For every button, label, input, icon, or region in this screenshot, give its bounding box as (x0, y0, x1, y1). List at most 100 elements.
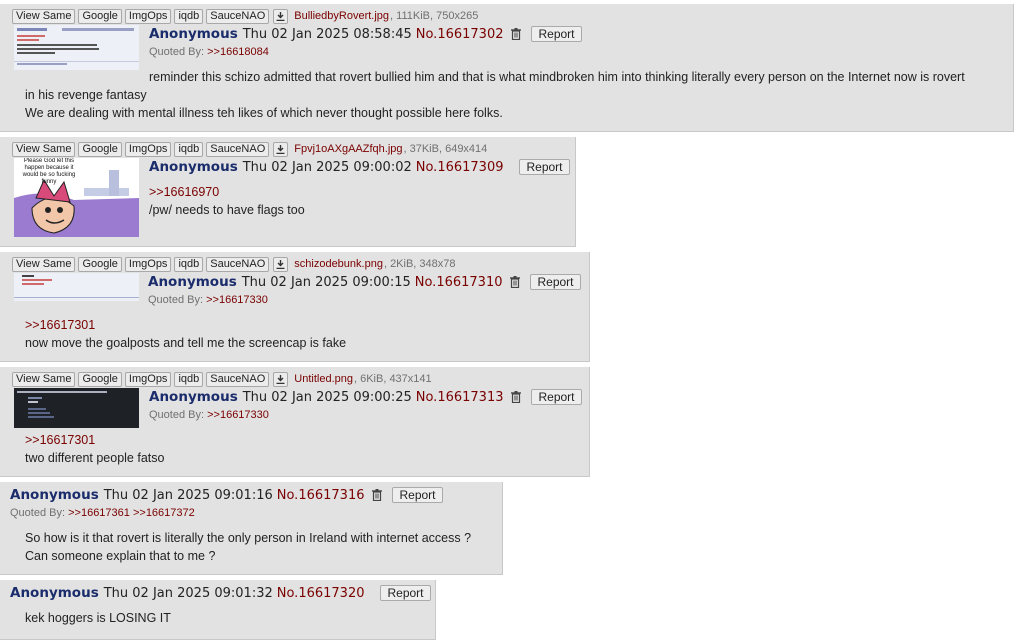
quoted-by: Quoted By: >>16618084 (149, 46, 269, 58)
post-datetime: Thu 02 Jan 2025 09:01:32 (103, 585, 273, 601)
imgops-button[interactable]: ImgOps (124, 256, 172, 272)
trash-icon[interactable] (511, 28, 522, 40)
backlink[interactable]: >>16617361 (68, 507, 130, 519)
post-datetime: Thu 02 Jan 2025 09:00:02 (242, 159, 412, 175)
post-header: Anonymous Thu 02 Jan 2025 09:01:32 No.16… (10, 585, 431, 601)
google-button[interactable]: Google (78, 371, 122, 387)
saucenao-button[interactable]: SauceNAO (206, 141, 270, 157)
post: Anonymous Thu 02 Jan 2025 09:01:32 No.16… (0, 580, 436, 640)
imgops-button[interactable]: ImgOps (124, 8, 172, 24)
post: View Same Google ImgOps iqdb SauceNAO Bu… (0, 4, 1014, 132)
google-button[interactable]: Google (78, 256, 122, 272)
saucenao-button[interactable]: SauceNAO (206, 256, 270, 272)
post-thumbnail[interactable] (14, 388, 139, 428)
saucenao-button[interactable]: SauceNAO (206, 8, 270, 24)
post-header: Anonymous Thu 02 Jan 2025 09:00:02 No.16… (149, 159, 570, 175)
post-number[interactable]: No.16617313 (416, 390, 504, 405)
google-button[interactable]: Google (78, 141, 122, 157)
report-button[interactable]: Report (531, 26, 582, 42)
view-same-button[interactable]: View Same (12, 256, 76, 272)
imgops-button[interactable]: ImgOps (124, 141, 172, 157)
iqdb-button[interactable]: iqdb (174, 141, 204, 157)
post-number[interactable]: No.16617302 (416, 27, 504, 42)
report-button[interactable]: Report (380, 585, 431, 601)
quoted-by-label: Quoted By: (148, 294, 204, 306)
trash-icon[interactable] (511, 391, 522, 403)
report-button[interactable]: Report (519, 159, 570, 175)
post-number[interactable]: No.16617320 (277, 586, 365, 601)
download-icon[interactable] (273, 8, 289, 24)
download-icon[interactable] (273, 371, 289, 387)
post: View Same Google ImgOps iqdb SauceNAO Un… (0, 367, 590, 477)
view-same-button[interactable]: View Same (12, 8, 76, 24)
trash-icon[interactable] (372, 489, 383, 501)
poster-name: Anonymous (149, 159, 238, 175)
post-thumbnail[interactable]: Please God let this happen because it wo… (14, 158, 139, 237)
download-icon[interactable] (273, 256, 289, 272)
report-button[interactable]: Report (530, 274, 581, 290)
backlink[interactable]: >>16617330 (206, 294, 268, 306)
post-text-line: now move the goalposts and tell me the s… (25, 336, 347, 350)
quoted-by: Quoted By: >>16617361 >>16617372 (10, 507, 195, 519)
quote-link[interactable]: >>16617301 (25, 318, 95, 332)
post-datetime: Thu 02 Jan 2025 09:00:15 (241, 274, 411, 290)
post-header: Anonymous Thu 02 Jan 2025 08:58:45 No.16… (149, 26, 582, 42)
report-button[interactable]: Report (392, 487, 443, 503)
post-text-line: in his revenge fantasy (25, 88, 147, 102)
post-datetime: Thu 02 Jan 2025 09:00:25 (242, 389, 412, 405)
image-search-buttons: View Same Google ImgOps iqdb SauceNAO sc… (12, 256, 456, 272)
poster-name: Anonymous (10, 585, 99, 601)
quoted-by-label: Quoted By: (149, 409, 205, 421)
backlink[interactable]: >>16618084 (207, 46, 269, 58)
quote-link[interactable]: >>16616970 (149, 185, 219, 199)
file-info: , 111KiB, 750x265 (390, 10, 479, 22)
file-link[interactable]: schizodebunk.png (294, 258, 383, 270)
saucenao-button[interactable]: SauceNAO (206, 371, 270, 387)
file-link[interactable]: Untitled.png (294, 373, 353, 385)
file-link[interactable]: Fpvj1oAXgAAZfqh.jpg (294, 143, 402, 155)
post-header: Anonymous Thu 02 Jan 2025 09:01:16 No.16… (10, 487, 443, 503)
report-button[interactable]: Report (531, 389, 582, 405)
download-icon[interactable] (273, 141, 289, 157)
file-link[interactable]: BulliedbyRovert.jpg (294, 10, 389, 22)
post: View Same Google ImgOps iqdb SauceNAO sc… (0, 252, 590, 362)
file-info: , 37KiB, 649x414 (403, 143, 488, 155)
iqdb-button[interactable]: iqdb (174, 371, 204, 387)
file-info: , 6KiB, 437x141 (353, 373, 432, 385)
backlink[interactable]: >>16617372 (133, 507, 195, 519)
view-same-button[interactable]: View Same (12, 371, 76, 387)
image-search-buttons: View Same Google ImgOps iqdb SauceNAO Bu… (12, 8, 479, 24)
file-info: , 2KiB, 348x78 (383, 258, 456, 270)
post-datetime: Thu 02 Jan 2025 08:58:45 (242, 26, 412, 42)
post-thumbnail[interactable] (14, 25, 139, 70)
imgops-button[interactable]: ImgOps (124, 371, 172, 387)
post-text-line: We are dealing with mental illness teh l… (25, 106, 503, 120)
post-number[interactable]: No.16617310 (415, 275, 503, 290)
thumbnail-caption: Please God let this happen because it wo… (22, 158, 76, 185)
post-text-line: /pw/ needs to have flags too (149, 203, 305, 217)
image-search-buttons: View Same Google ImgOps iqdb SauceNAO Fp… (12, 141, 488, 157)
iqdb-button[interactable]: iqdb (174, 8, 204, 24)
post-number[interactable]: No.16617309 (416, 160, 504, 175)
post-text-line: two different people fatso (25, 451, 165, 465)
post-text-line: So how is it that rovert is literally th… (25, 531, 472, 545)
quote-link[interactable]: >>16617301 (25, 433, 95, 447)
post-text-line: reminder this schizo admitted that rover… (149, 70, 965, 84)
poster-name: Anonymous (149, 26, 238, 42)
view-same-button[interactable]: View Same (12, 141, 76, 157)
quoted-by: Quoted By: >>16617330 (149, 409, 269, 421)
trash-icon[interactable] (510, 276, 521, 288)
iqdb-button[interactable]: iqdb (174, 256, 204, 272)
post-datetime: Thu 02 Jan 2025 09:01:16 (103, 487, 273, 503)
post-header: Anonymous Thu 02 Jan 2025 09:00:15 No.16… (148, 274, 581, 290)
post: View Same Google ImgOps iqdb SauceNAO Fp… (0, 137, 576, 247)
post-thumbnail[interactable] (14, 273, 139, 301)
quoted-by: Quoted By: >>16617330 (148, 294, 268, 306)
post-number[interactable]: No.16617316 (277, 488, 365, 503)
poster-name: Anonymous (149, 389, 238, 405)
post-text-line: Can someone explain that to me ? (25, 549, 216, 563)
post-header: Anonymous Thu 02 Jan 2025 09:00:25 No.16… (149, 389, 582, 405)
quoted-by-label: Quoted By: (149, 46, 205, 58)
backlink[interactable]: >>16617330 (207, 409, 269, 421)
google-button[interactable]: Google (78, 8, 122, 24)
